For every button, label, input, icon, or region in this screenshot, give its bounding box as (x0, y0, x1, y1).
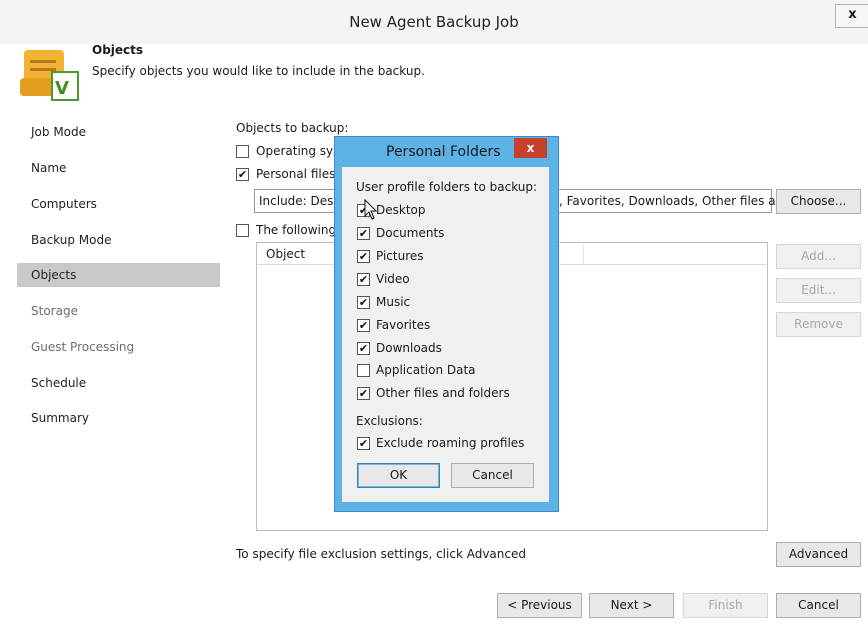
nav-item-schedule[interactable]: Schedule (31, 376, 86, 396)
exclusion-hint: To specify file exclusion settings, clic… (236, 547, 526, 561)
music-label: Music (376, 295, 411, 309)
scroll-icon-letter: V (55, 78, 69, 99)
edit-button[interactable]: Edit... (776, 278, 861, 303)
nav-item-job-mode[interactable]: Job Mode (31, 125, 86, 145)
documents-checkbox[interactable]: ✔ (357, 227, 370, 240)
advanced-button[interactable]: Advanced (776, 542, 861, 567)
nav-item-computers[interactable]: Computers (31, 197, 97, 217)
nav-item-objects[interactable]: Objects (31, 268, 76, 288)
favorites-checkbox[interactable]: ✔ (357, 319, 370, 332)
nav-item-backup-mode[interactable]: Backup Mode (31, 233, 112, 253)
objects-section-label: Objects to backup: (236, 121, 349, 135)
music-checkbox[interactable]: ✔ (357, 296, 370, 309)
nav-item-storage[interactable]: Storage (31, 304, 78, 324)
choose-button[interactable]: Choose... (776, 189, 861, 214)
page-subtitle: Specify objects you would like to includ… (92, 64, 425, 78)
scroll-icon (20, 50, 79, 101)
object-column-header[interactable]: Object (266, 247, 305, 261)
exclude-roaming-label: Exclude roaming profiles (376, 436, 525, 450)
os-checkbox[interactable] (236, 145, 249, 158)
dialog-title: Personal Folders (386, 144, 501, 160)
finish-button[interactable]: Finish (683, 593, 768, 618)
video-label: Video (376, 272, 410, 286)
mouse-cursor-icon (364, 199, 378, 220)
video-checkbox[interactable]: ✔ (357, 273, 370, 286)
other-files-label: Other files and folders (376, 386, 510, 400)
os-label: Operating sys (256, 144, 340, 158)
downloads-checkbox[interactable]: ✔ (357, 342, 370, 355)
desktop-label: Desktop (376, 203, 426, 217)
window-title: New Agent Backup Job (349, 13, 519, 31)
personal-files-checkbox[interactable]: ✔ (236, 168, 249, 181)
dialog-cancel-button[interactable]: Cancel (451, 463, 534, 488)
nav-item-summary[interactable]: Summary (31, 411, 89, 431)
downloads-label: Downloads (376, 341, 442, 355)
personal-files-label: Personal files (256, 167, 336, 181)
favorites-label: Favorites (376, 318, 431, 332)
page-title: Objects (92, 43, 144, 57)
window-close-button[interactable]: x (835, 4, 868, 28)
application-data-checkbox[interactable] (357, 364, 370, 377)
application-data-label: Application Data (376, 363, 476, 377)
column-divider (583, 244, 584, 264)
pictures-label: Pictures (376, 249, 424, 263)
cancel-button[interactable]: Cancel (776, 593, 861, 618)
other-files-checkbox[interactable]: ✔ (357, 387, 370, 400)
dialog-section-label: User profile folders to backup: (356, 180, 538, 194)
dialog-close-button[interactable]: x (514, 138, 547, 158)
add-button[interactable]: Add... (776, 244, 861, 269)
nav-item-name[interactable]: Name (31, 161, 66, 181)
remove-button[interactable]: Remove (776, 312, 861, 337)
nav-item-guest-processing[interactable]: Guest Processing (31, 340, 134, 360)
pictures-checkbox[interactable]: ✔ (357, 250, 370, 263)
exclusions-label: Exclusions: (356, 414, 423, 428)
next-button[interactable]: Next > (589, 593, 674, 618)
following-checkbox[interactable] (236, 224, 249, 237)
dialog-ok-button[interactable]: OK (357, 463, 440, 488)
previous-button[interactable]: < Previous (497, 593, 582, 618)
documents-label: Documents (376, 226, 445, 240)
include-field-value: Include: Desk (259, 194, 341, 208)
include-field-tail: , Favorites, Downloads, Other files ar (559, 194, 781, 208)
following-label: The following (256, 223, 337, 237)
exclude-roaming-checkbox[interactable]: ✔ (357, 437, 370, 450)
